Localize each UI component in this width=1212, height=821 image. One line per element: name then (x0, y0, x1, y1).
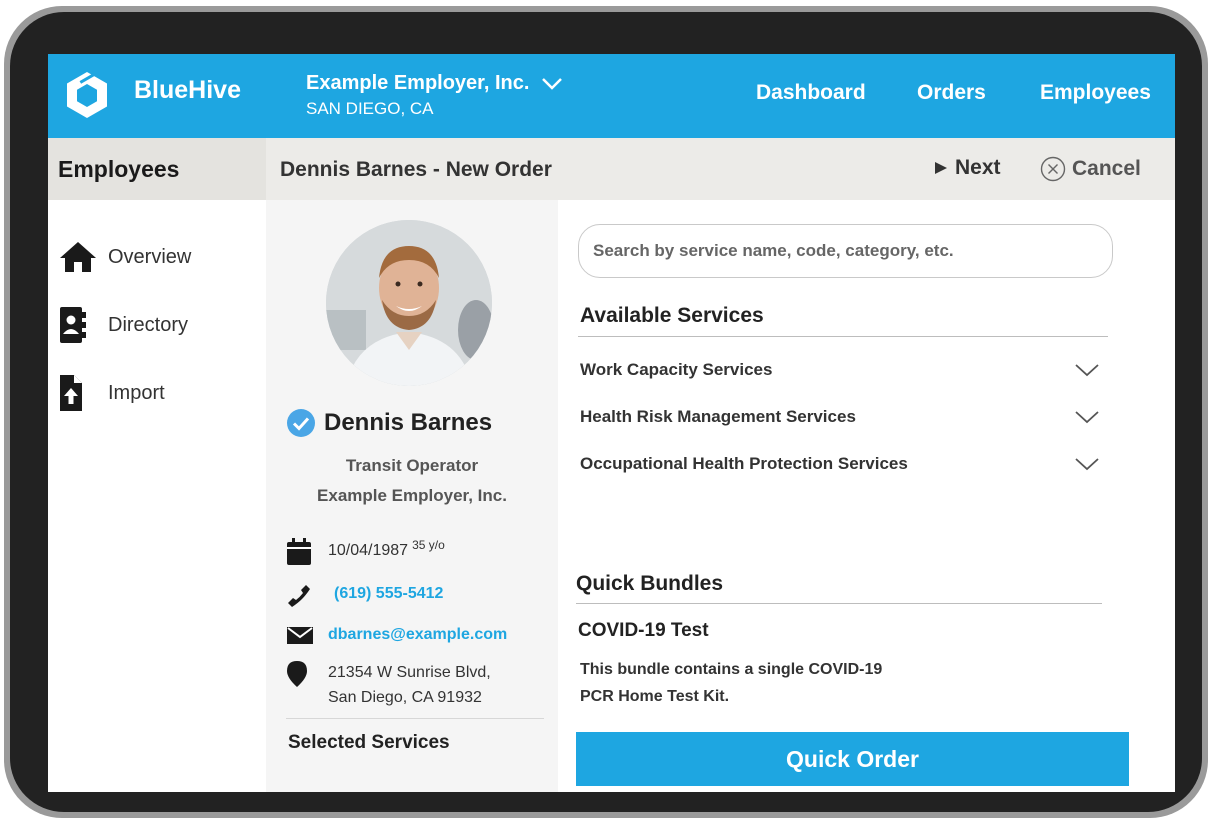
available-services-title: Available Services (580, 304, 764, 327)
file-upload-icon (58, 374, 108, 412)
employee-company: Example Employer, Inc. (317, 486, 507, 505)
profile-divider (286, 718, 544, 719)
employer-name: Example Employer, Inc. (306, 72, 530, 94)
employee-job-title: Transit Operator (345, 456, 479, 475)
app-screen: BlueHive Example Employer, Inc. SAN DIEG… (48, 54, 1175, 792)
services-panel: Available Services Work Capacity Service… (558, 200, 1175, 792)
employee-name: Dennis Barnes (324, 409, 493, 436)
nav-employees[interactable]: Employees (1040, 81, 1151, 105)
home-icon (58, 240, 108, 274)
section-title: Employees (58, 156, 180, 182)
top-navbar: BlueHive Example Employer, Inc. SAN DIEG… (48, 54, 1175, 138)
bluehive-logo-icon (67, 72, 107, 118)
employee-phone-link[interactable]: (619) 555-5412 (334, 585, 443, 603)
chevron-down-icon (1075, 458, 1099, 471)
employee-email-link[interactable]: dbarnes@example.com (328, 626, 507, 644)
sidebar-item-import[interactable]: Import (58, 374, 165, 412)
phone-row: (619) 555-5412 (286, 583, 443, 609)
bundle-description: This bundle contains a single COVID-19 P… (580, 656, 1000, 710)
sidebar-item-label: Overview (108, 245, 192, 268)
service-category-work-capacity[interactable]: Work Capacity Services (580, 360, 1100, 380)
category-label: Occupational Health Protection Services (580, 454, 908, 473)
sidebar: Overview Directory Import (48, 200, 267, 774)
brand-name[interactable]: BlueHive (134, 76, 241, 105)
contact-book-icon (58, 306, 108, 344)
service-category-health-risk[interactable]: Health Risk Management Services (580, 407, 1100, 427)
page-toolbar: Employees Dennis Barnes - New Order Next… (48, 138, 1175, 200)
next-button[interactable]: Next (934, 156, 1001, 180)
avatar (326, 220, 492, 386)
phone-icon (286, 583, 328, 609)
employee-age: 35 y/o (412, 538, 445, 552)
quick-bundles-title: Quick Bundles (576, 572, 724, 595)
employee-dob: 10/04/1987 (328, 542, 409, 559)
verified-badge-icon (287, 409, 315, 437)
close-circle-icon (1040, 156, 1066, 182)
cancel-label: Cancel (1072, 157, 1141, 180)
employee-address: 21354 W Sunrise Blvd, San Diego, CA 9193… (328, 660, 491, 710)
service-search-input[interactable] (578, 224, 1113, 278)
calendar-icon (286, 538, 328, 566)
dob-row: 10/04/1987 35 y/o (286, 538, 445, 566)
next-label: Next (955, 156, 1001, 179)
address-line-2: San Diego, CA 91932 (328, 689, 482, 706)
chevron-down-icon (542, 77, 562, 90)
category-label: Work Capacity Services (580, 360, 773, 379)
map-pin-icon (286, 660, 328, 688)
email-row: dbarnes@example.com (286, 624, 507, 646)
sidebar-item-label: Import (108, 381, 165, 404)
category-label: Health Risk Management Services (580, 407, 856, 426)
chevron-down-icon (1075, 364, 1099, 377)
sidebar-item-label: Directory (108, 313, 189, 336)
bundle-name: COVID-19 Test (578, 620, 709, 641)
bundle-description-line-2: PCR Home Test Kit. (580, 688, 730, 705)
section-header: Employees (48, 138, 266, 200)
sidebar-item-overview[interactable]: Overview (58, 240, 191, 274)
quick-order-button[interactable]: Quick Order (576, 732, 1129, 786)
sidebar-item-directory[interactable]: Directory (58, 306, 188, 344)
bundle-description-line-1: This bundle contains a single COVID-19 (580, 661, 883, 678)
address-row: 21354 W Sunrise Blvd, San Diego, CA 9193… (286, 660, 491, 710)
play-icon (935, 162, 947, 174)
section-divider (576, 603, 1102, 604)
selected-services-title: Selected Services (288, 732, 450, 753)
page-title: Dennis Barnes - New Order (280, 158, 552, 181)
employee-name-row: Dennis Barnes (286, 408, 556, 438)
envelope-icon (286, 624, 328, 646)
employer-location: SAN DIEGO, CA (306, 99, 434, 118)
employer-selector[interactable]: Example Employer, Inc. (306, 72, 563, 95)
employee-profile-panel: Dennis Barnes Transit Operator Example E… (266, 200, 558, 792)
nav-orders[interactable]: Orders (917, 81, 986, 105)
cancel-button[interactable]: Cancel (1040, 156, 1141, 182)
section-divider (578, 336, 1108, 337)
nav-dashboard[interactable]: Dashboard (756, 81, 866, 105)
service-category-occupational-health[interactable]: Occupational Health Protection Services (580, 454, 1100, 474)
address-line-1: 21354 W Sunrise Blvd, (328, 664, 491, 681)
chevron-down-icon (1075, 411, 1099, 424)
